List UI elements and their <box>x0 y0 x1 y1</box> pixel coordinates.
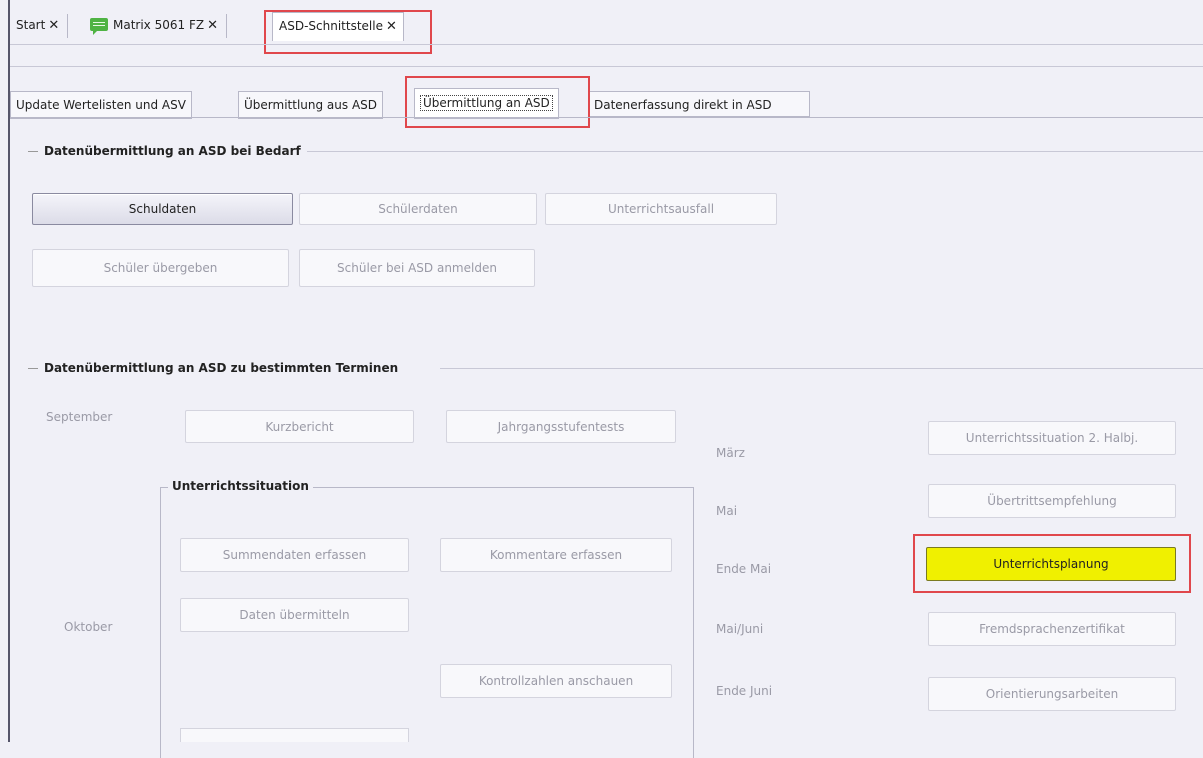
divider <box>10 66 1203 67</box>
tab-start[interactable]: Start ✕ <box>16 14 69 38</box>
tab-uebermittlung-aus-asd[interactable]: Übermittlung aus ASD <box>238 91 384 119</box>
close-icon[interactable]: ✕ <box>207 18 218 33</box>
tab-matrix[interactable]: Matrix 5061 FZ ✕ <box>90 14 227 38</box>
highlight-frame-top-tab <box>264 10 432 54</box>
schuelerdaten-button[interactable]: Schülerdaten <box>299 193 537 225</box>
cut-off-button[interactable] <box>180 728 409 742</box>
group-title-termine: Datenübermittlung an ASD zu bestimmten T… <box>28 361 405 375</box>
kurzbericht-button[interactable]: Kurzbericht <box>185 410 414 443</box>
month-label-mai: Mai <box>716 504 738 518</box>
close-icon[interactable]: ✕ <box>48 18 59 33</box>
uebertrittsempfehlung-button[interactable]: Übertrittsempfehlung <box>928 484 1176 518</box>
schueler-bei-asd-anmelden-button[interactable]: Schüler bei ASD anmelden <box>299 249 535 287</box>
month-label-maerz: März <box>716 446 745 460</box>
fremdsprachenzertifikat-button[interactable]: Fremdsprachenzertifikat <box>928 612 1176 646</box>
month-label-ende-juni: Ende Juni <box>716 684 773 698</box>
chat-icon <box>90 18 108 35</box>
month-label-mai-juni: Mai/Juni <box>716 622 764 636</box>
schueler-uebergeben-button[interactable]: Schüler übergeben <box>32 249 289 287</box>
tab-label: Übermittlung aus ASD <box>244 98 378 112</box>
tab-datenerfassung-direkt[interactable]: Datenerfassung direkt in ASD <box>588 91 810 117</box>
tab-label: Update Wertelisten und ASV <box>16 98 186 112</box>
month-label-september: September <box>46 410 113 424</box>
tab-matrix-label: Matrix 5061 FZ <box>113 18 205 32</box>
jahrgangsstufentests-button[interactable]: Jahrgangsstufentests <box>446 410 676 443</box>
tab-label: Datenerfassung direkt in ASD <box>594 98 772 112</box>
unterrichtssituation-2-halbj-button[interactable]: Unterrichtssituation 2. Halbj. <box>928 421 1176 455</box>
tab-update-wertelisten[interactable]: Update Wertelisten und ASV <box>10 91 192 119</box>
group-title-bedarf: Datenübermittlung an ASD bei Bedarf <box>28 144 307 158</box>
month-label-oktober: Oktober <box>64 620 113 634</box>
highlight-frame-unterrichtsplanung <box>913 534 1191 593</box>
group-title-unterrichtssituation: Unterrichtssituation <box>168 479 313 493</box>
kommentare-erfassen-button[interactable]: Kommentare erfassen <box>440 538 672 572</box>
unterrichtsausfall-button[interactable]: Unterrichtsausfall <box>545 193 777 225</box>
kontrollzahlen-anschauen-button[interactable]: Kontrollzahlen anschauen <box>440 664 672 698</box>
tab-content-border <box>10 117 1203 118</box>
divider <box>10 44 1203 45</box>
daten-uebermitteln-button[interactable]: Daten übermitteln <box>180 598 409 632</box>
orientierungsarbeiten-button[interactable]: Orientierungsarbeiten <box>928 677 1176 711</box>
group-line <box>440 368 1203 369</box>
month-label-ende-mai: Ende Mai <box>716 562 772 576</box>
tab-start-label: Start <box>16 18 46 32</box>
schuldaten-button[interactable]: Schuldaten <box>32 193 293 225</box>
group-line <box>300 151 1203 152</box>
main-tab-strip: Start ✕ Matrix 5061 FZ ✕ ASD-Schnittstelle… <box>10 8 1203 42</box>
highlight-frame-sub-tab <box>405 76 590 128</box>
summendaten-erfassen-button[interactable]: Summendaten erfassen <box>180 538 409 572</box>
